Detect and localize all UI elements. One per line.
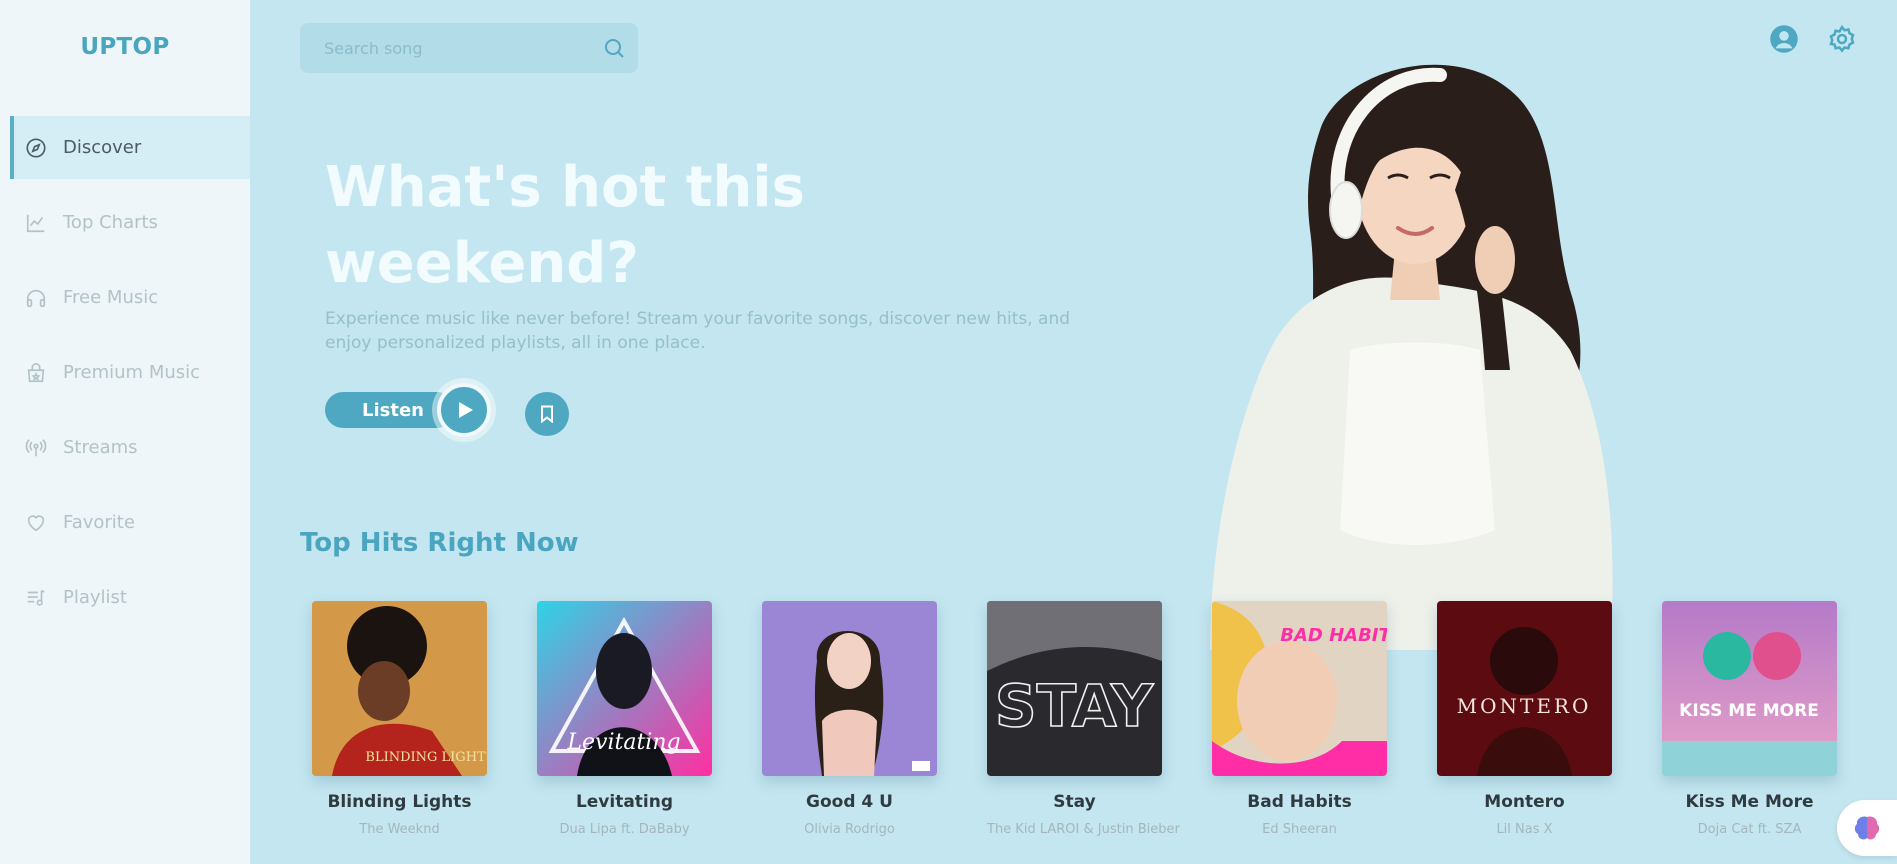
song-artist: Lil Nas X bbox=[1496, 822, 1553, 837]
cover-text: Levitating bbox=[566, 730, 680, 755]
song-card-good-4-u[interactable]: Good 4 U Olivia Rodrigo bbox=[762, 601, 937, 837]
hero-title: What's hot this weekend? bbox=[325, 155, 805, 296]
cover-text: MONTERO bbox=[1457, 694, 1592, 718]
user-icon[interactable] bbox=[1769, 24, 1799, 54]
song-artist: Doja Cat ft. SZA bbox=[1697, 822, 1802, 837]
assistant-button[interactable] bbox=[1837, 800, 1897, 856]
bookmark-icon bbox=[541, 405, 553, 423]
sidebar-nav: Discover Top Charts Free Music Premium M… bbox=[0, 116, 250, 641]
sidebar-item-top-charts[interactable]: Top Charts bbox=[10, 191, 250, 254]
song-card-bad-habits[interactable]: BAD HABITS Bad Habits Ed Sheeran bbox=[1212, 601, 1387, 837]
sidebar-item-label: Streams bbox=[63, 437, 138, 458]
album-cover: BLINDING LIGHTS bbox=[312, 601, 487, 776]
sidebar-item-label: Top Charts bbox=[63, 212, 158, 233]
play-button[interactable] bbox=[437, 383, 491, 437]
song-title: Montero bbox=[1484, 792, 1565, 812]
song-title: Levitating bbox=[575, 792, 674, 812]
chart-line-icon bbox=[26, 214, 45, 232]
album-cover bbox=[762, 601, 937, 776]
song-card-levitating[interactable]: Levitating Levitating Dua Lipa ft. DaBab… bbox=[537, 601, 712, 837]
main-content: What's hot this weekend? Experience musi… bbox=[250, 0, 1897, 864]
album-cover: STAY bbox=[987, 601, 1162, 776]
song-title: Bad Habits bbox=[1247, 792, 1352, 812]
song-artist: Olivia Rodrigo bbox=[804, 822, 895, 837]
hero-description: Experience music like never before! Stre… bbox=[325, 309, 1071, 353]
song-title: Kiss Me More bbox=[1685, 792, 1814, 812]
brain-icon bbox=[1854, 816, 1880, 840]
playlist-icon bbox=[27, 589, 45, 606]
album-cover: KISS ME MORE bbox=[1662, 601, 1837, 776]
sidebar-item-label: Discover bbox=[63, 137, 142, 158]
cover-text: STAY bbox=[995, 672, 1154, 740]
song-card-stay[interactable]: STAY Stay The Kid LAROI & Justin Bieber bbox=[987, 601, 1180, 837]
album-cover: BAD HABITS bbox=[1212, 601, 1387, 776]
song-title: Good 4 U bbox=[806, 792, 893, 812]
sidebar-item-playlist[interactable]: Playlist bbox=[10, 566, 250, 629]
song-artist: The Kid LAROI & Justin Bieber bbox=[987, 822, 1180, 837]
sidebar-item-label: Playlist bbox=[63, 587, 127, 608]
search-input[interactable] bbox=[324, 38, 602, 58]
premium-bag-icon bbox=[27, 362, 45, 382]
bookmark-button[interactable] bbox=[525, 392, 569, 436]
search-bar bbox=[300, 23, 638, 73]
headphones-icon bbox=[26, 289, 46, 307]
header-actions bbox=[1769, 24, 1857, 54]
album-cover: MONTERO bbox=[1437, 601, 1612, 776]
song-card-kiss-me-more[interactable]: KISS ME MORE Kiss Me More Doja Cat ft. S… bbox=[1662, 601, 1837, 837]
album-cover: Levitating bbox=[537, 601, 712, 776]
compass-icon bbox=[26, 137, 46, 158]
play-icon bbox=[458, 402, 473, 418]
sidebar-item-premium-music[interactable]: Premium Music bbox=[10, 341, 250, 404]
sidebar-item-label: Favorite bbox=[63, 512, 135, 533]
cover-text: BLINDING LIGHTS bbox=[365, 750, 487, 765]
sidebar-item-label: Free Music bbox=[63, 287, 159, 308]
sidebar-item-discover[interactable]: Discover bbox=[10, 116, 250, 179]
gear-icon[interactable] bbox=[1827, 24, 1857, 54]
song-title: Stay bbox=[1053, 792, 1096, 812]
sidebar-item-favorite[interactable]: Favorite bbox=[10, 491, 250, 554]
sidebar: UPTOP Discover Top Charts Free Music Pre… bbox=[0, 0, 250, 864]
listen-label: Listen bbox=[362, 399, 424, 421]
song-artist: Dua Lipa ft. DaBaby bbox=[559, 822, 690, 837]
hero-image bbox=[1210, 64, 1613, 650]
song-artist: Ed Sheeran bbox=[1262, 822, 1337, 837]
section-title: Top Hits Right Now bbox=[300, 528, 579, 558]
song-card-blinding-lights[interactable]: BLINDING LIGHTS Blinding Lights The Week… bbox=[312, 601, 487, 837]
app-logo[interactable]: UPTOP bbox=[0, 34, 250, 60]
sidebar-item-label: Premium Music bbox=[63, 362, 201, 383]
broadcast-icon bbox=[25, 438, 47, 456]
heart-icon bbox=[27, 514, 45, 531]
song-title: Blinding Lights bbox=[327, 792, 472, 812]
cover-text: KISS ME MORE bbox=[1679, 701, 1819, 721]
sidebar-item-streams[interactable]: Streams bbox=[10, 416, 250, 479]
song-card-montero[interactable]: MONTERO Montero Lil Nas X bbox=[1437, 601, 1612, 837]
cover-text: BAD HABITS bbox=[1280, 625, 1387, 646]
song-artist: The Weeknd bbox=[359, 822, 440, 837]
sidebar-item-free-music[interactable]: Free Music bbox=[10, 266, 250, 329]
listen-button[interactable]: Listen bbox=[325, 392, 455, 428]
search-icon[interactable] bbox=[602, 36, 626, 60]
song-cards: BLINDING LIGHTS Blinding Lights The Week… bbox=[312, 601, 1837, 837]
